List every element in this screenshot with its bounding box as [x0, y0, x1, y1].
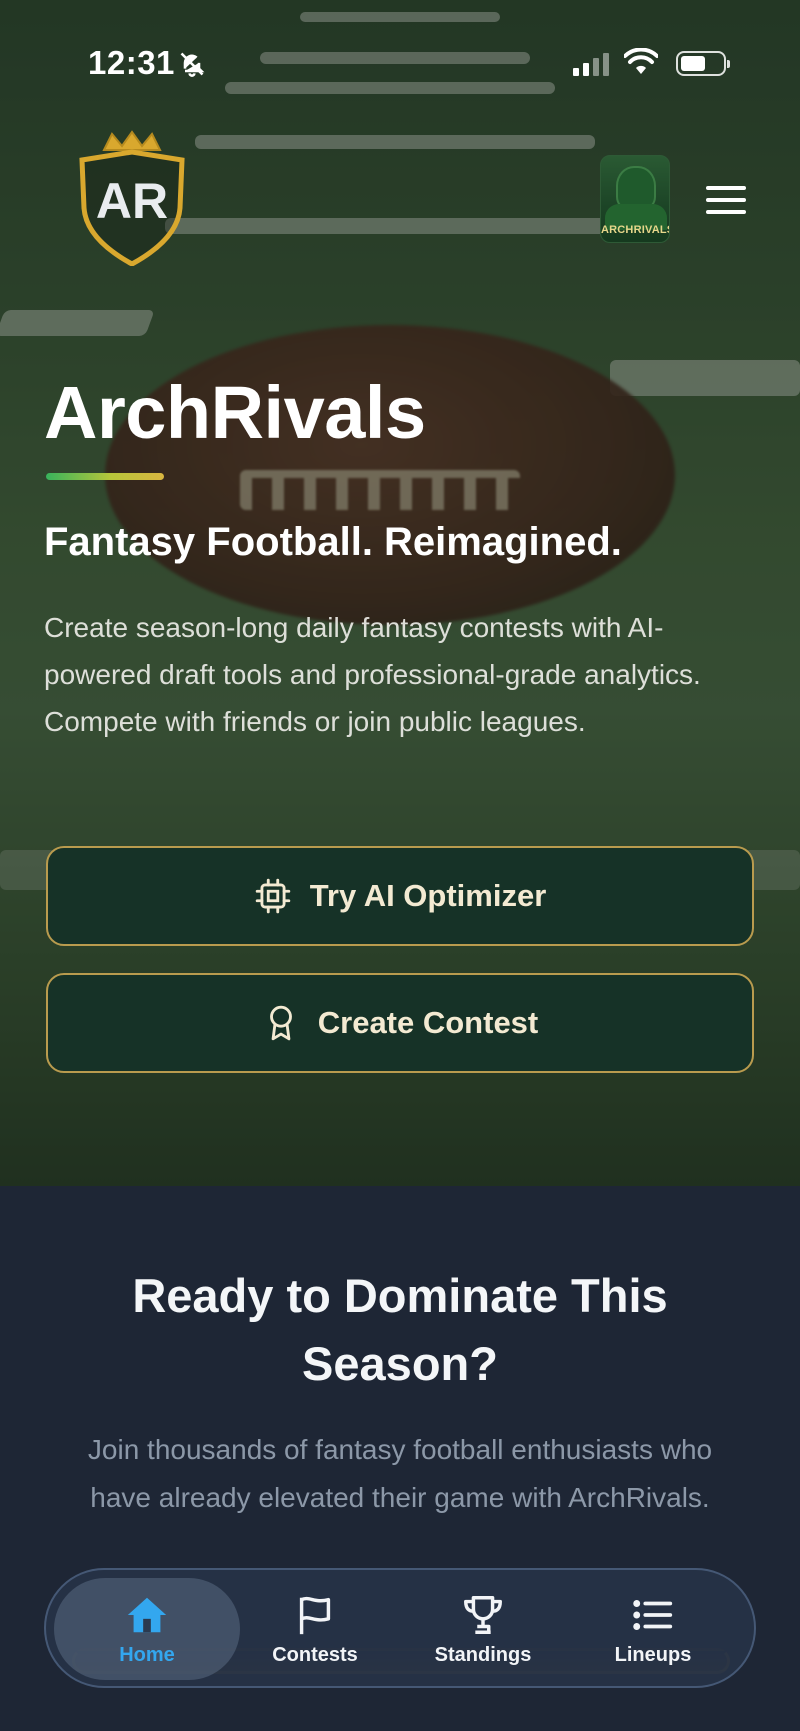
- try-ai-optimizer-label: Try AI Optimizer: [309, 878, 547, 913]
- tab-standings-label: Standings: [434, 1643, 532, 1666]
- trophy-icon: [464, 1595, 502, 1634]
- tab-contests-label: Contests: [272, 1643, 358, 1666]
- tab-lineups-label: Lineups: [614, 1643, 692, 1666]
- tab-lineups[interactable]: Lineups: [560, 1578, 746, 1680]
- section-heading: Ready to Dominate This Season?: [132, 1269, 668, 1390]
- tab-standings[interactable]: Standings: [390, 1578, 576, 1680]
- home-icon: [127, 1597, 167, 1632]
- try-ai-optimizer-button[interactable]: Try AI Optimizer: [46, 846, 754, 946]
- award-ribbon-icon: [269, 1005, 292, 1041]
- list-icon: [633, 1599, 673, 1630]
- user-avatar[interactable]: ARCHRIVALS: [600, 155, 670, 243]
- battery-icon: [676, 51, 730, 76]
- create-contest-label: Create Contest: [317, 1005, 539, 1040]
- hamburger-menu-icon[interactable]: [706, 186, 748, 216]
- tab-home-label: Home: [119, 1643, 175, 1666]
- svg-text:AR: AR: [96, 173, 168, 229]
- status-time: 12:31: [88, 44, 175, 81]
- tab-contests[interactable]: Contests: [222, 1578, 408, 1680]
- tab-home[interactable]: Home: [54, 1578, 240, 1680]
- wifi-icon: [624, 48, 658, 74]
- cellular-signal-icon: [573, 52, 609, 76]
- bell-muted-icon: [180, 52, 205, 77]
- bottom-tab-bar: Home Contests Standings Lineups: [44, 1568, 756, 1688]
- create-contest-button[interactable]: Create Contest: [46, 973, 754, 1073]
- flag-icon: [299, 1596, 331, 1634]
- archrivals-logo[interactable]: AR: [74, 130, 190, 266]
- section-text: Join thousands of fantasy football enthu…: [87, 1434, 713, 1513]
- hero-tagline: Fantasy Football. Reimagined.: [44, 520, 622, 564]
- title-underline: [46, 473, 164, 480]
- hero-description: Create season-long daily fantasy contest…: [44, 612, 701, 737]
- cpu-chip-icon: [255, 878, 290, 914]
- hero-title: ArchRivals: [44, 371, 426, 454]
